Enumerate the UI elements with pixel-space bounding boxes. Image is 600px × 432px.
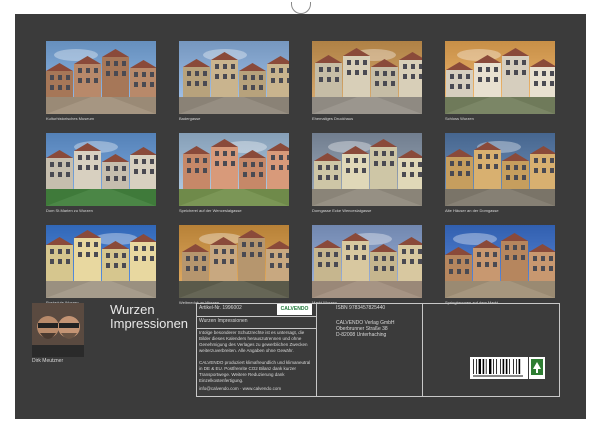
town-photo [312,133,422,206]
town-photo [312,225,422,298]
hanger-hole [291,2,311,14]
town-photo [445,41,555,114]
town-photo [179,41,289,114]
author-name: Dirk Meutzner [32,358,64,364]
eco-notice: CALVENDO produziert klimafreundlich und … [199,360,311,383]
barcode [470,357,528,379]
divider [422,304,423,396]
calvendo-logo: CALVENDO [277,304,312,315]
legal-notice: Intolge besonderer Schutzrechte ist es u… [199,330,308,353]
divider [316,304,317,396]
town-photo [312,41,422,114]
calendar-title: Wurzen Impressionen [110,303,188,331]
calendar-title-line1: Wurzen [110,302,155,317]
divider [197,316,316,317]
town-photo [445,133,555,206]
town-photo [46,225,156,298]
town-photo [46,41,156,114]
spiral-binding [0,0,600,14]
photo-caption: Dom St.Marien zu Wurzen [46,208,93,213]
town-photo [46,133,156,206]
photo-caption: Ehemaliges Druckhaus [312,116,354,121]
article-number: Artikel-Nr. 1996002 [199,305,242,311]
photo-caption: Badergasse [179,116,201,121]
photo-caption: Kulturhistorisches Museum [46,116,95,121]
photo-caption: Alte Häuser an der Domgasse [445,208,499,213]
fsc-logo [529,357,545,379]
photo-caption: Schloss Wurzen [445,116,474,121]
publisher-city: D-82008 Unterhaching [336,332,387,338]
calendar-title-line2: Impressionen [110,316,189,331]
town-photo [179,225,289,298]
town-photo [445,225,555,298]
divider [197,328,316,329]
town-photo [179,133,289,206]
calendar-subtitle: Wurzen Impressionen [199,318,248,324]
photo-caption: Domgasse Ecke Wenceslaigasse [312,208,372,213]
photo-caption: Speicherei auf der Wenceslaigasse [179,208,242,213]
isbn: ISBN 9783457825440 [336,305,386,311]
website-link[interactable]: info@calvendo.com · www.calvendo.com [199,386,281,392]
author-portrait [32,303,84,357]
